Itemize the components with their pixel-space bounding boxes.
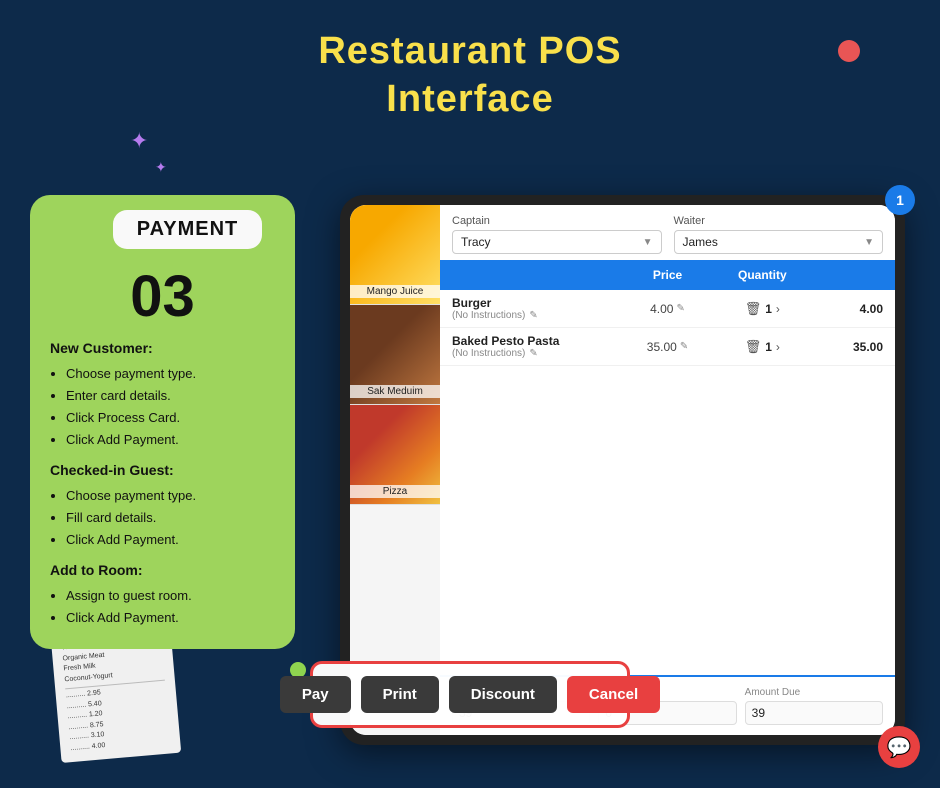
- edit-instructions-icon-burger[interactable]: ✎: [529, 310, 537, 321]
- edit-instructions-icon-pasta[interactable]: ✎: [529, 348, 537, 359]
- list-item: Choose payment type.: [66, 363, 279, 385]
- checked-in-guest-list: Choose payment type. Fill card details. …: [50, 485, 279, 551]
- item-qty-block-burger: 🗑 1 ›: [711, 301, 814, 317]
- add-to-room-list: Assign to guest room. Click Add Payment.: [50, 585, 279, 629]
- item-qty-burger: 1: [765, 302, 772, 316]
- title-line2: Interface: [0, 76, 940, 124]
- decoration-dot-red: [838, 40, 860, 62]
- step-number: 03: [30, 265, 295, 329]
- captain-dropdown-icon: ▼: [643, 237, 653, 248]
- menu-thumb-steak[interactable]: Sak Meduim: [350, 305, 440, 405]
- item-instructions-pasta: (No Instructions) ✎: [452, 348, 624, 359]
- add-to-room-title: Add to Room:: [50, 559, 279, 583]
- checked-in-guest-title: Checked-in Guest:: [50, 459, 279, 483]
- order-item-pasta: Baked Pesto Pasta (No Instructions) ✎ 35…: [440, 328, 895, 366]
- waiter-field: Waiter James ▼: [674, 215, 884, 254]
- list-item: Enter card details.: [66, 385, 279, 407]
- header-price: Price: [624, 268, 710, 282]
- captain-value: Tracy: [461, 235, 491, 249]
- list-item: Fill card details.: [66, 507, 279, 529]
- captain-waiter-row: Captain Tracy ▼ Waiter James ▼: [440, 205, 895, 260]
- item-total-burger: 4.00: [814, 302, 883, 316]
- list-item: Assign to guest room.: [66, 585, 279, 607]
- waiter-select[interactable]: James ▼: [674, 230, 884, 254]
- thumb-label-pizza: Pizza: [350, 485, 440, 498]
- delete-item-burger[interactable]: 🗑: [745, 301, 762, 317]
- list-item: Click Add Payment.: [66, 429, 279, 451]
- list-item: Click Add Payment.: [66, 607, 279, 629]
- captain-select[interactable]: Tracy ▼: [452, 230, 662, 254]
- order-item-burger: Burger (No Instructions) ✎ 4.00 ✎ 🗑: [440, 290, 895, 328]
- item-price-burger: 4.00 ✎: [624, 302, 710, 316]
- amount-due-label: Amount Due: [745, 687, 883, 698]
- waiter-value: James: [683, 235, 718, 249]
- thumb-label-steak: Sak Meduim: [350, 385, 440, 398]
- item-name-pasta: Baked Pesto Pasta: [452, 334, 624, 348]
- menu-sidebar: Mango Juice Sak Meduim Pizza: [350, 205, 440, 735]
- menu-thumb-juice[interactable]: Mango Juice: [350, 205, 440, 305]
- thumb-label-juice: Mango Juice: [350, 285, 440, 298]
- sparkle-icon-1: ✦: [130, 130, 148, 152]
- waiter-label: Waiter: [674, 215, 884, 227]
- panel-content: New Customer: Choose payment type. Enter…: [30, 337, 295, 629]
- item-name-block-burger: Burger (No Instructions) ✎: [452, 296, 624, 321]
- pay-button[interactable]: Pay: [280, 676, 351, 713]
- tablet-body: Mango Juice Sak Meduim Pizza Captain Tra…: [350, 205, 895, 735]
- item-instructions-burger: (No Instructions) ✎: [452, 310, 624, 321]
- delete-item-pasta[interactable]: 🗑: [745, 339, 762, 355]
- edit-price-icon-pasta[interactable]: ✎: [680, 341, 688, 352]
- header-name: [452, 268, 624, 282]
- amount-due-field: Amount Due 39: [745, 687, 883, 725]
- item-total-pasta: 35.00: [814, 340, 883, 354]
- print-button[interactable]: Print: [361, 676, 439, 713]
- notification-badge: 1: [885, 185, 915, 215]
- order-panel: Captain Tracy ▼ Waiter James ▼: [440, 205, 895, 735]
- action-buttons-bar: Pay Print Discount Cancel: [310, 661, 630, 728]
- chat-icon[interactable]: 💬: [878, 726, 920, 768]
- waiter-dropdown-icon: ▼: [864, 237, 874, 248]
- page-title: Restaurant POS Interface: [0, 0, 940, 123]
- payment-info-panel: PAYMENT 03 New Customer: Choose payment …: [30, 195, 295, 649]
- item-price-pasta: 35.00 ✎: [624, 340, 710, 354]
- tablet-screen: Mango Juice Sak Meduim Pizza Captain Tra…: [350, 205, 895, 735]
- amount-due-value: 39: [745, 701, 883, 725]
- payment-badge-text: PAYMENT: [137, 218, 238, 240]
- captain-field: Captain Tracy ▼: [452, 215, 662, 254]
- title-line1: Restaurant POS: [0, 28, 940, 76]
- order-items-list: Burger (No Instructions) ✎ 4.00 ✎ 🗑: [440, 290, 895, 675]
- list-item: Choose payment type.: [66, 485, 279, 507]
- new-customer-list: Choose payment type. Enter card details.…: [50, 363, 279, 451]
- header-total: [814, 268, 883, 282]
- new-customer-title: New Customer:: [50, 337, 279, 361]
- item-qty-block-pasta: 🗑 1 ›: [711, 339, 814, 355]
- item-name-burger: Burger: [452, 296, 624, 310]
- sparkle-icon-2: ✦: [155, 160, 167, 174]
- edit-price-icon-burger[interactable]: ✎: [676, 303, 684, 314]
- item-qty-pasta: 1: [765, 340, 772, 354]
- header-quantity: Quantity: [711, 268, 814, 282]
- menu-thumb-pizza[interactable]: Pizza: [350, 405, 440, 505]
- qty-increment-pasta[interactable]: ›: [776, 340, 780, 354]
- payment-badge: PAYMENT: [113, 210, 262, 249]
- discount-button[interactable]: Discount: [449, 676, 557, 713]
- qty-increment-burger[interactable]: ›: [776, 302, 780, 316]
- item-name-block-pasta: Baked Pesto Pasta (No Instructions) ✎: [452, 334, 624, 359]
- list-item: Click Add Payment.: [66, 529, 279, 551]
- cancel-button[interactable]: Cancel: [567, 676, 660, 713]
- captain-label: Captain: [452, 215, 662, 227]
- order-header: Price Quantity: [440, 260, 895, 290]
- list-item: Click Process Card.: [66, 407, 279, 429]
